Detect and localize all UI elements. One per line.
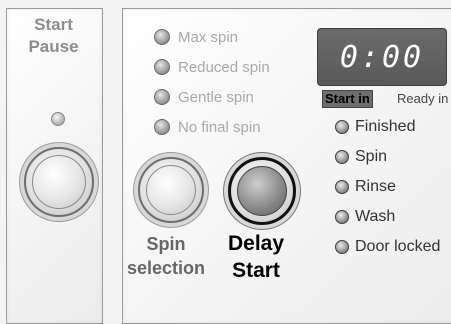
- spin-selection-label: Spin selection: [121, 232, 211, 280]
- status-led-icon: [335, 180, 349, 194]
- delay-start-button-cap: [237, 166, 287, 216]
- status-finished: Finished: [335, 116, 415, 138]
- option-no-final-spin: No final spin: [154, 117, 261, 137]
- option-gentle-spin: Gentle spin: [154, 87, 254, 107]
- delay-start-button[interactable]: [228, 157, 296, 225]
- ready-in-label: Ready in: [397, 91, 449, 106]
- time-readout: 0:00: [339, 39, 425, 75]
- status-led-icon: [335, 210, 349, 224]
- option-label: Gentle spin: [178, 88, 254, 106]
- status-label: Rinse: [355, 178, 396, 195]
- option-max-spin: Max spin: [154, 27, 238, 47]
- status-wash: Wash: [335, 206, 395, 228]
- status-rinse: Rinse: [335, 176, 396, 198]
- spin-selection-button[interactable]: [138, 157, 204, 223]
- option-led-icon: [154, 29, 170, 45]
- option-label: Reduced spin: [178, 58, 270, 76]
- status-led-icon: [335, 120, 349, 134]
- spin-selection-line2: selection: [126, 258, 206, 278]
- status-led-icon: [335, 240, 349, 254]
- start-in-label: Start in: [322, 90, 373, 108]
- status-label: Finished: [355, 118, 416, 135]
- status-label: Spin: [355, 148, 388, 165]
- start-label-line1: Start: [34, 15, 73, 34]
- option-led-icon: [154, 89, 170, 105]
- status-spin: Spin: [335, 146, 387, 168]
- start-pause-button-cap: [32, 155, 86, 209]
- delay-start-line2: Start: [232, 259, 280, 282]
- delay-start-label: Delay Start: [214, 230, 298, 284]
- start-pause-led: [51, 112, 65, 126]
- option-led-icon: [154, 119, 170, 135]
- option-led-icon: [154, 59, 170, 75]
- status-label: Wash: [355, 208, 396, 225]
- delay-start-line1: Delay: [227, 232, 285, 255]
- status-label: Door locked: [355, 238, 441, 255]
- option-label: Max spin: [178, 28, 239, 46]
- time-display: 0:00: [317, 28, 447, 86]
- start-label-line2: Pause: [28, 37, 79, 56]
- status-led-icon: [335, 150, 349, 164]
- option-label: No final spin: [178, 118, 261, 136]
- option-reduced-spin: Reduced spin: [154, 57, 270, 77]
- start-pause-label: Start Pause: [6, 14, 101, 58]
- status-door-locked: Door locked: [335, 236, 440, 258]
- spin-selection-button-cap: [146, 165, 196, 215]
- spin-selection-line1: Spin: [146, 234, 186, 254]
- start-pause-button[interactable]: [24, 147, 94, 217]
